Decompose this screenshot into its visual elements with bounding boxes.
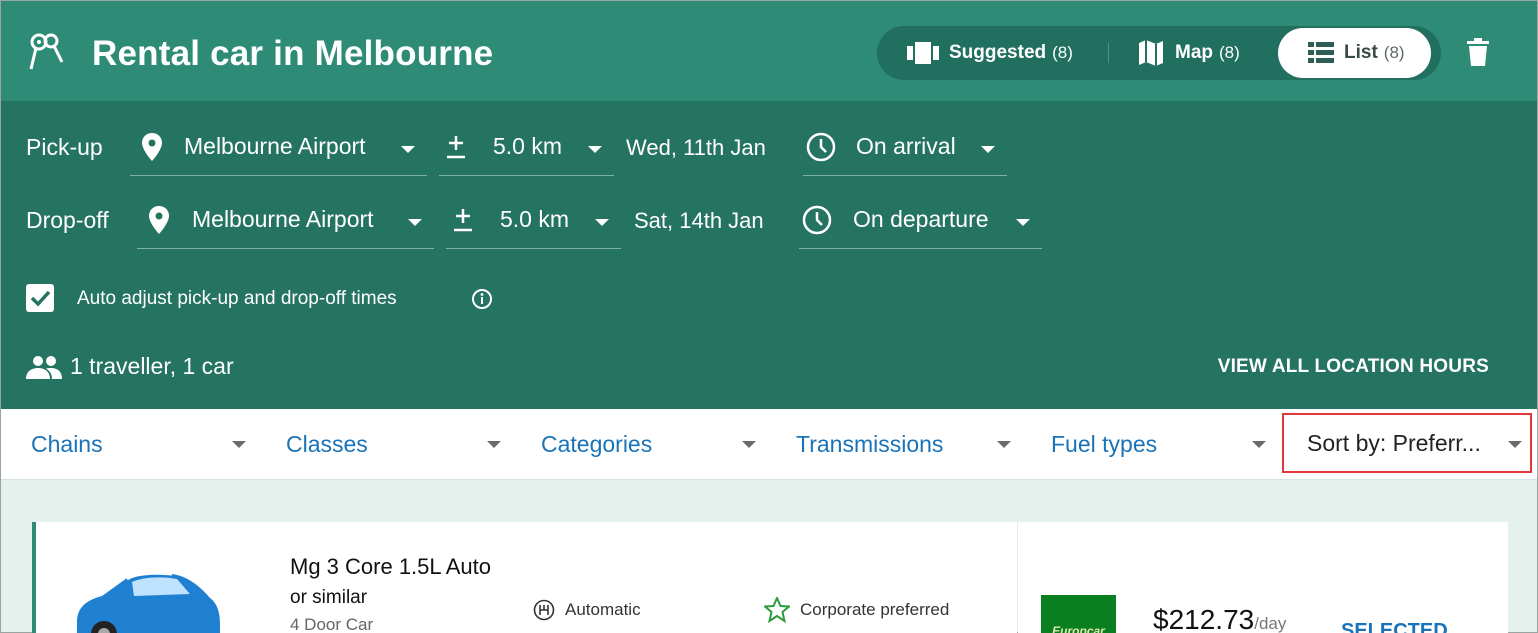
- filter-classes[interactable]: Classes: [286, 409, 504, 480]
- filter-classes-label: Classes: [286, 431, 368, 457]
- gearshift-icon: [533, 599, 555, 621]
- transmission-text: Automatic: [565, 600, 641, 619]
- dropoff-date[interactable]: Sat, 14th Jan: [634, 208, 764, 234]
- view-map-label: Map: [1175, 42, 1213, 63]
- policy-text: Corporate preferred: [800, 600, 950, 619]
- chevron-down-icon: [742, 441, 756, 448]
- car-doors-text: 4 Door Car: [290, 615, 374, 633]
- plus-minus-icon: [446, 207, 480, 233]
- dropoff-label: Drop-off: [26, 207, 109, 233]
- transmission-feature: Automatic: [533, 599, 641, 621]
- sort-select-value: Sort by: Preferr...: [1307, 429, 1481, 456]
- view-switcher: Suggested (8) Map (8) List (8): [877, 26, 1441, 80]
- view-suggested-label: Suggested: [949, 42, 1047, 63]
- chevron-down-icon: [1016, 219, 1030, 226]
- dropoff-radius-select[interactable]: 5.0 km: [446, 191, 621, 249]
- filter-bar: Chains Classes Categories Transmissions …: [1, 409, 1537, 480]
- list-icon: [1308, 42, 1334, 63]
- info-icon[interactable]: [471, 288, 493, 310]
- pickup-radius-select[interactable]: 5.0 km: [439, 118, 614, 176]
- checkmark-icon: [30, 290, 51, 307]
- result-card[interactable]: Mg 3 Core 1.5L Auto or similar 4 Door Ca…: [32, 522, 1017, 633]
- traveller-text: 1 traveller, 1 car: [70, 353, 234, 379]
- filter-chains-label: Chains: [31, 431, 103, 457]
- chevron-down-icon: [595, 219, 609, 226]
- dropoff-radius-value: 5.0 km: [500, 206, 570, 232]
- car-similar-text: or similar: [290, 587, 368, 608]
- map-icon: [1139, 40, 1163, 66]
- location-pin-icon: [134, 132, 170, 161]
- view-divider: [1108, 43, 1109, 63]
- chevron-down-icon: [487, 441, 501, 448]
- pickup-label: Pick-up: [26, 134, 103, 160]
- chevron-down-icon: [981, 146, 995, 153]
- trash-icon[interactable]: [1467, 38, 1489, 66]
- chevron-down-icon: [1252, 441, 1266, 448]
- pickup-time-select[interactable]: On arrival: [803, 118, 1007, 176]
- view-list-count: (8): [1383, 43, 1405, 62]
- filter-transmissions[interactable]: Transmissions: [796, 409, 1014, 480]
- car-image: [77, 571, 220, 633]
- chevron-down-icon: [408, 219, 422, 226]
- auto-adjust-label: Auto adjust pick-up and drop-off times: [77, 288, 397, 309]
- plus-minus-icon: [439, 134, 473, 160]
- filter-transmissions-label: Transmissions: [796, 431, 944, 457]
- policy-feature: Corporate preferred: [764, 597, 949, 623]
- pickup-radius-value: 5.0 km: [493, 133, 563, 159]
- dropoff-location-value: Melbourne Airport: [192, 206, 374, 232]
- car-name: Mg 3 Core 1.5L Auto: [290, 554, 491, 579]
- people-icon: [26, 355, 62, 379]
- traveller-selector[interactable]: 1 traveller, 1 car: [26, 353, 234, 380]
- pickup-time-value: On arrival: [856, 133, 956, 159]
- price-unit: /day: [1254, 614, 1287, 633]
- dropoff-time-select[interactable]: On departure: [799, 191, 1042, 249]
- view-location-hours-link[interactable]: VIEW ALL LOCATION HOURS: [1218, 356, 1489, 378]
- auto-adjust-checkbox[interactable]: [26, 284, 54, 312]
- filter-fuel-types[interactable]: Fuel types: [1051, 409, 1269, 480]
- view-suggested-button[interactable]: Suggested (8): [907, 28, 1073, 78]
- view-map-count: (8): [1219, 43, 1240, 62]
- clock-icon: [799, 205, 835, 235]
- sort-select[interactable]: Sort by: Preferr...: [1282, 413, 1532, 473]
- chevron-down-icon: [588, 146, 602, 153]
- view-list-label: List: [1344, 42, 1378, 63]
- clock-icon: [803, 132, 839, 162]
- chevron-down-icon: [997, 441, 1011, 448]
- price-value: $212.73: [1153, 604, 1255, 633]
- keys-icon: [29, 33, 64, 70]
- app-header: Rental car in Melbourne Suggested (8) Ma…: [1, 1, 1537, 101]
- view-suggested-count: (8): [1052, 43, 1073, 62]
- page-title: Rental car in Melbourne: [92, 34, 494, 73]
- carousel-icon: [907, 42, 939, 64]
- chevron-down-icon: [232, 441, 246, 448]
- chevron-down-icon: [401, 146, 415, 153]
- pickup-location-value: Melbourne Airport: [184, 133, 366, 159]
- filter-chains[interactable]: Chains: [31, 409, 249, 480]
- chevron-down-icon: [1508, 441, 1522, 448]
- filter-categories[interactable]: Categories: [541, 409, 759, 480]
- dropoff-time-value: On departure: [853, 206, 989, 232]
- view-map-button[interactable]: Map (8): [1137, 28, 1240, 78]
- filter-categories-label: Categories: [541, 431, 653, 457]
- filter-fuel-types-label: Fuel types: [1051, 431, 1158, 457]
- price: $212.73/day: [1153, 604, 1286, 633]
- view-list-button[interactable]: List (8): [1278, 28, 1431, 78]
- pickup-location-select[interactable]: Melbourne Airport: [130, 118, 427, 176]
- search-panel: Pick-up Melbourne Airport 5.0 km Wed, 11…: [1, 101, 1537, 409]
- dropoff-location-select[interactable]: Melbourne Airport: [137, 191, 434, 249]
- select-button[interactable]: SELECTED: [1341, 620, 1448, 633]
- result-pricing: Europcar $212.73/day SELECTED: [1018, 522, 1508, 633]
- location-pin-icon: [141, 205, 177, 234]
- pickup-date[interactable]: Wed, 11th Jan: [626, 135, 766, 161]
- star-icon: [764, 597, 790, 623]
- vendor-logo: Europcar: [1041, 595, 1116, 633]
